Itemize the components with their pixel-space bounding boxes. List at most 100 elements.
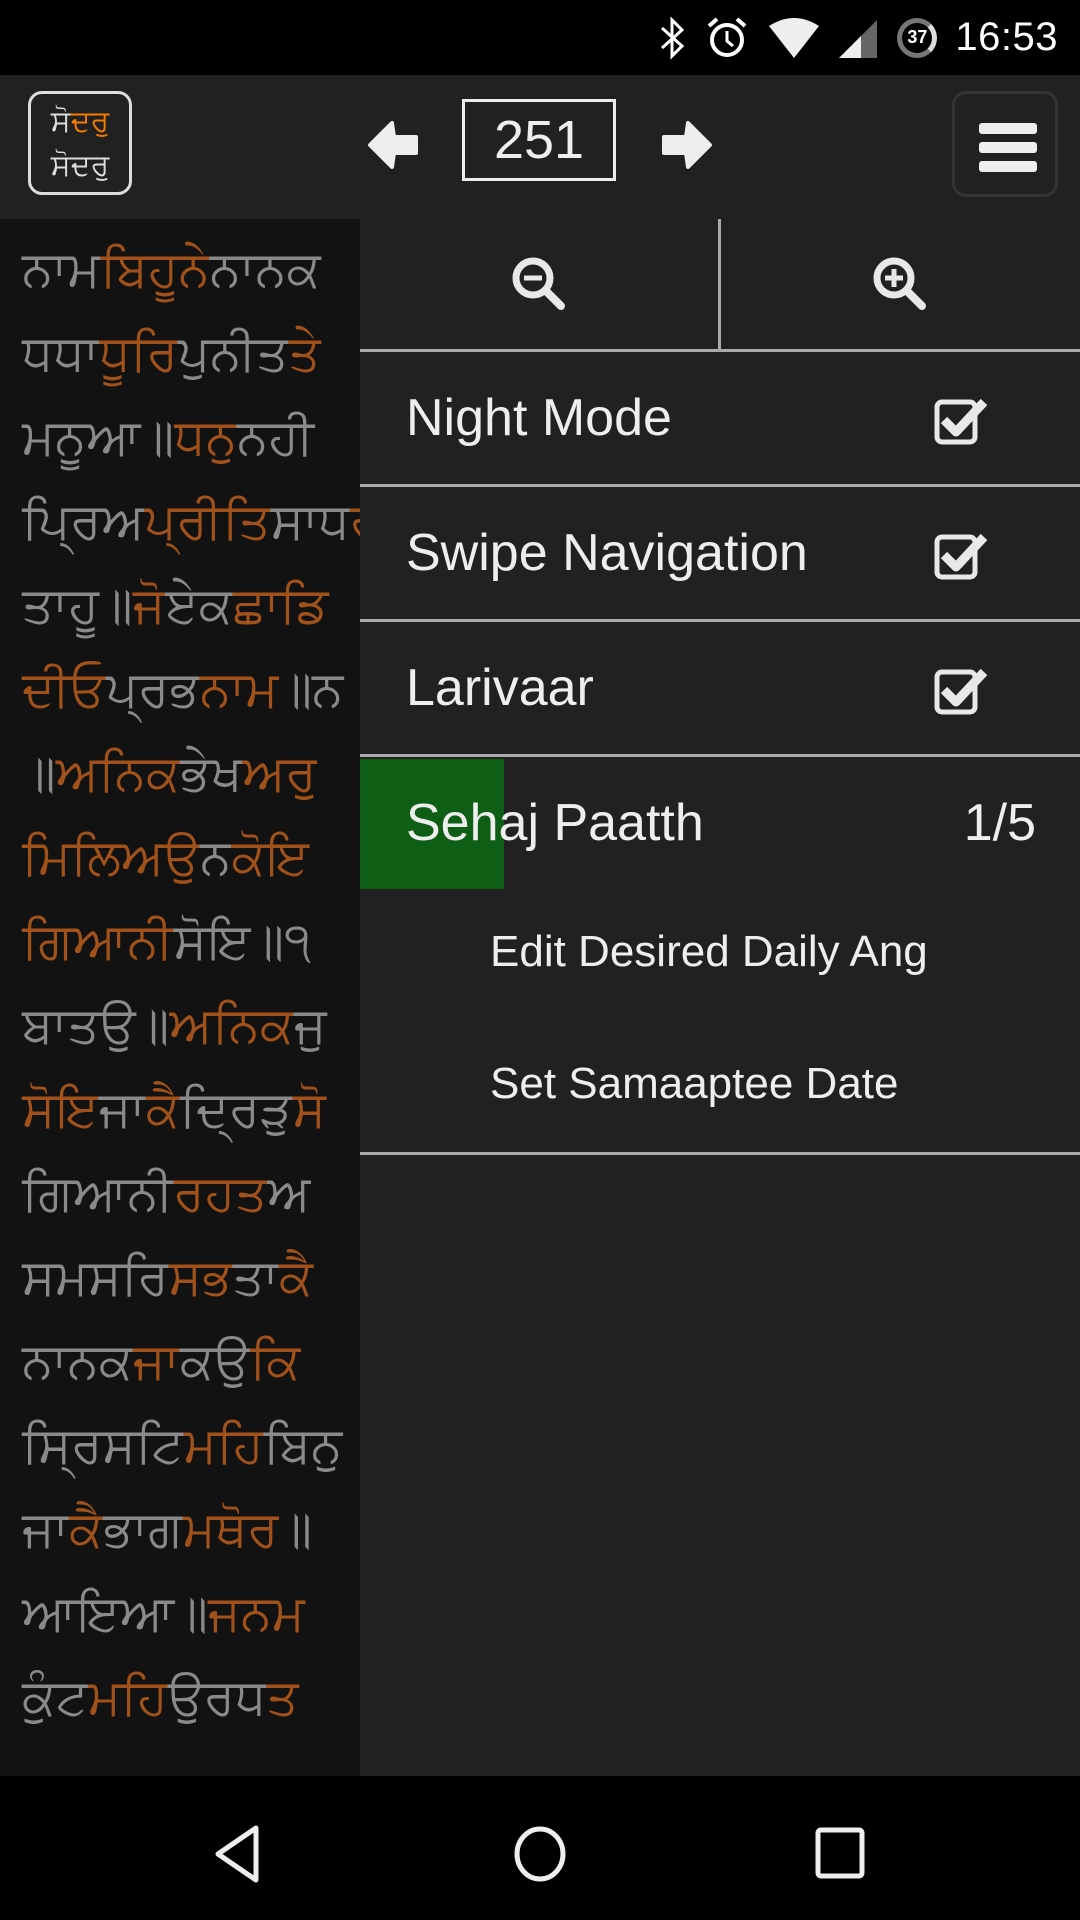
word: ਅ [267,1165,311,1221]
checkbox-checked-icon[interactable] [934,396,990,446]
highlighted-word: ਕੈ [145,1081,180,1137]
bluetooth-icon [661,15,685,60]
recents-icon[interactable] [814,1826,866,1880]
highlighted-word: ਸਭ [168,1249,233,1305]
highlighted-word: ਕੈ [278,1249,313,1305]
word: ਤਾਹੂ॥ [22,577,133,633]
alarm-icon [708,16,747,57]
sehaj-paatth-count: 1/5 [963,794,1036,852]
settings-drawer: Night Mode Swipe Navigation Larivaar Seh… [360,219,1080,1776]
gurbani-line: ਕੁੰਟਮਹਿਉਰਧਤ [22,1655,299,1739]
gurbani-line: ਨਾਨਕਜਾਕਉਕਿ [22,1319,300,1403]
highlighted-word: ਕਿ [250,1333,301,1389]
word: ਪ੍ਰਿਅ [22,493,145,549]
word: ਪੁਨੀਤ [177,325,289,381]
gurbani-line: ਸਮਸਰਿਸਭਤਾਕੈ [22,1235,313,1319]
night-mode-toggle[interactable]: Night Mode [360,352,1080,487]
highlighted-word: ਜੋ [132,577,166,633]
word: ਨਾਨਕ [22,1333,133,1389]
word: ਨਹੀ [237,409,314,465]
highlighted-word: ਬਿਹੂਨੇ [100,241,210,297]
gurbani-line: ਮਿਲਿਅਉਨਕੋਇ [22,815,309,899]
highlighted-word: ਦੀਓ [22,661,106,717]
larivaar-label: Larivaar [406,659,594,717]
app-logo[interactable]: ਸੋਦਰੁ ਸੋਦਰੁ [28,91,132,195]
hamburger-menu-icon[interactable] [952,91,1058,197]
highlighted-word: ਗਿਆਨੀ [22,913,174,969]
arrow-right-icon[interactable] [656,115,716,175]
gurbani-text-reader[interactable]: ਨਾਮਬਿਹੂਨੇਨਾਨਕ ਧਧਾਧੂਰਿਪੁਨੀਤਤੇ ਮਨੂਆ॥ਧਨੁਨਹੀ ਪ੍… [0,219,360,1776]
back-icon[interactable] [212,1824,264,1884]
highlighted-word: ਸੋ [292,1081,326,1137]
logo-text: ਸੋਦਰੁ [50,149,110,182]
word: ਭੇਖ [180,745,243,801]
night-mode-label: Night Mode [406,389,672,447]
checkbox-checked-icon[interactable] [934,666,990,716]
word: ਜਾ [98,1081,146,1137]
highlighted-word: ਰਹਤ [173,1165,268,1221]
swipe-navigation-label: Swipe Navigation [406,524,808,582]
arrow-left-icon[interactable] [364,115,424,175]
sehaj-paatth-section: Sehaj Paatth 1/5 Edit Desired Daily Ang … [360,757,1080,1155]
gurbani-line: ਸੋਇਜਾਕੈਦ੍ਰਿੜੁਸੋ [22,1067,326,1151]
highlighted-word: ਤੇ [288,325,321,381]
swipe-navigation-toggle[interactable]: Swipe Navigation [360,487,1080,622]
gurbani-line: ਦੀਓਪ੍ਰਭਨਾਮ॥ਨ [22,647,343,731]
ang-number-input[interactable]: 251 [462,99,616,181]
home-icon[interactable] [512,1824,568,1884]
checkbox-checked-icon[interactable] [934,531,990,581]
highlighted-word: ਕੈ [68,1501,104,1557]
sehaj-paatth-label[interactable]: Sehaj Paatth [406,757,704,889]
larivaar-toggle[interactable]: Larivaar [360,622,1080,757]
word: ਪ੍ਰਭ [105,661,200,717]
word: ਬਿਨੁ [263,1417,343,1473]
highlighted-word: ਛਾਡਿ [232,577,329,633]
word: ਉਰਧ [167,1669,267,1725]
word: ਆਇਆ॥ [22,1585,208,1641]
gurbani-line: ਜਾਕੈਭਾਗਮਥੋਰ॥ [22,1487,312,1571]
word: ਧਧਾ [22,325,100,381]
word: ਗਿਆਨੀ [22,1165,174,1221]
cell-signal-icon [839,19,878,58]
highlighted-word: ਕੋਇ [231,829,309,885]
highlighted-word: ਰ [350,493,360,549]
highlighted-word: ਧੂਰਿ [99,325,178,381]
highlighted-word: ਜਾ [132,1333,180,1389]
highlighted-word: ਜਨਮ [207,1585,305,1641]
word: ਏਕ [165,577,233,633]
zoom-controls [360,219,1080,352]
word: ॥ਨ [278,661,344,717]
edit-desired-daily-ang-item[interactable]: Edit Desired Daily Ang [490,887,928,1017]
word: ਜਾ [22,1501,69,1557]
gurbani-line: ਪ੍ਰਿਅਪ੍ਰੀਤਿਸਾਧਰ [22,479,360,563]
highlighted-word: ਸੋਇ [22,1081,99,1137]
system-nav-bar [0,1776,1080,1920]
set-samaaptee-date-item[interactable]: Set Samaaptee Date [490,1019,898,1149]
gurbani-line: ਮਨੂਆ॥ਧਨੁਨਹੀ [22,395,314,479]
highlighted-word: ਅਰੁ [242,745,317,801]
highlighted-word: ਮਹਿ [183,1417,264,1473]
highlighted-word: ਮਿਲਿਅਉ [22,829,201,885]
highlighted-word: ਅਨਿਕ [55,745,181,801]
gurbani-line: ॥ਅਨਿਕਭੇਖਅਰੁ [22,731,317,815]
logo-text-accent: ਦਰੁ [70,105,110,138]
gurbani-line: ਗਿਆਨੀਰਹਤਅ [22,1151,310,1235]
gurbani-line: ਤਾਹੂ॥ਜੋਏਕਛਾਡਿ [22,563,328,647]
word: ਸ੍ਰਿਸਟਿ [22,1417,184,1473]
word: ਨ [200,829,232,885]
toolbar: ਸੋਦਰੁ ਸੋਦਰੁ 251 [0,75,1080,219]
battery-icon: 37 [897,17,938,58]
gurbani-line: ਸ੍ਰਿਸਟਿਮਹਿਬਿਨੁ [22,1403,342,1487]
highlighted-word: ਪ੍ਰੀਤਿ [144,493,271,549]
word: ਨਾਮ [22,241,101,297]
word: ॥ [22,745,56,801]
word: ਨਾਨਕ [209,241,321,297]
word: ਤਾ [232,1249,279,1305]
zoom-in-button[interactable] [721,219,1079,349]
zoom-out-button[interactable] [360,219,718,349]
word: ਮਨੂਆ॥ [22,409,175,465]
word: ਬਾਤਉ॥ [22,997,170,1053]
zoom-in-icon [873,257,926,310]
gurbani-line: ਗਿਆਨੀਸੋਇ॥੧ [22,899,311,983]
word: ਸਮਸਰਿ [22,1249,169,1305]
